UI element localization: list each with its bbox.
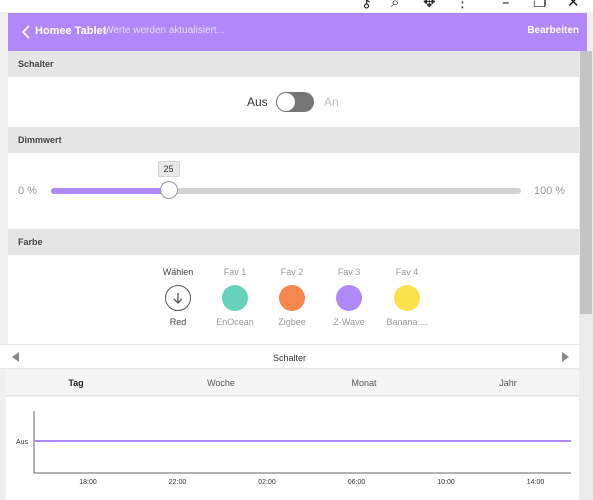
series-point	[445, 440, 447, 442]
scrollbar[interactable]	[579, 51, 593, 500]
y-tick-label: Aus	[16, 439, 29, 446]
series-layer	[34, 440, 571, 442]
history-nav: Schalter	[0, 344, 579, 369]
history-chart: Aus 18:00 22:00 02:00 06:00 10:00 14:00	[6, 397, 579, 500]
color-swatch[interactable]	[394, 285, 420, 311]
slider-max-label: 100 %	[534, 185, 566, 197]
tab-week[interactable]: Woche	[151, 378, 291, 388]
app-title: Homee Tablet	[35, 25, 107, 37]
section-header-dim: Dimmwert	[8, 127, 579, 153]
series-point	[266, 440, 268, 442]
section-header-color: Farbe	[8, 229, 579, 255]
scrollbar-thumb[interactable]	[580, 51, 592, 314]
minimize-icon[interactable]: –	[502, 0, 510, 10]
color-fav-2[interactable]: Fav 2 Zigbee	[262, 266, 322, 327]
color-fav-3[interactable]: Fav 3 Z-Wave	[319, 266, 379, 327]
toggle-off-label: Aus	[247, 95, 268, 109]
choose-color-button[interactable]	[165, 285, 191, 311]
color-section: Wählen Red Fav 1 EnOcean Fav 2 Zigbee Fa…	[8, 255, 579, 344]
tab-day[interactable]: Tag	[6, 378, 146, 388]
dim-section: 0 % 25 100 %	[8, 153, 579, 229]
x-tick-label: 02:00	[258, 479, 276, 486]
history-chart-svg: Aus 18:00 22:00 02:00 06:00 10:00 14:00	[16, 411, 571, 486]
slider-min-label: 0 %	[18, 185, 37, 197]
chevron-left-icon	[21, 25, 30, 39]
x-tick-label: 14:00	[527, 479, 545, 486]
dim-slider-track[interactable]	[51, 188, 521, 194]
y-tick-labels: Aus	[16, 439, 29, 446]
dim-slider-value: 25	[157, 161, 180, 177]
puzzle-icon[interactable]: ✥	[423, 0, 436, 10]
x-tick-label: 18:00	[79, 479, 97, 486]
color-swatch[interactable]	[279, 285, 305, 311]
dim-slider-thumb[interactable]	[159, 181, 178, 199]
switch-section: Aus An	[8, 77, 579, 127]
color-label-bottom: Red	[169, 317, 187, 327]
history-title: Schalter	[272, 353, 307, 363]
color-swatch[interactable]	[222, 285, 248, 311]
os-toolbar: ⚷ ⌕ ✥ ⋮ – ❐ ✕	[0, 0, 593, 12]
dim-slider-fill	[51, 188, 169, 194]
power-toggle[interactable]	[276, 92, 314, 112]
series-point	[534, 440, 537, 442]
color-choose[interactable]: Wählen Red	[148, 266, 208, 327]
app-header: Homee Tablet Werte werden aktualisiert..…	[8, 13, 587, 51]
toggle-on-label: An	[324, 95, 339, 109]
x-tick-label: 06:00	[348, 479, 366, 486]
color-label-top: Fav 2	[280, 267, 304, 277]
color-label-bottom: Zigbee	[278, 317, 306, 327]
triangle-right-icon[interactable]	[561, 352, 569, 362]
menu-dots-icon[interactable]: ⋮	[455, 0, 470, 10]
color-label-bottom: Banana ...	[386, 317, 428, 327]
toggle-knob	[277, 93, 295, 111]
color-label-bottom: Z-Wave	[333, 317, 365, 327]
x-tick-label: 10:00	[437, 479, 455, 486]
edit-button[interactable]: Bearbeiten	[527, 25, 579, 36]
tab-year[interactable]: Jahr	[438, 378, 578, 388]
color-label-bottom: EnOcean	[216, 317, 254, 327]
color-label-top: Wählen	[162, 267, 194, 277]
color-fav-1[interactable]: Fav 1 EnOcean	[205, 266, 265, 327]
key-icon[interactable]: ⚷	[361, 0, 372, 10]
arrow-down-circle-icon	[173, 293, 183, 304]
zoom-icon[interactable]: ⌕	[391, 0, 399, 10]
x-tick-label: 22:00	[169, 479, 187, 486]
restore-icon[interactable]: ❐	[533, 0, 546, 10]
color-fav-4[interactable]: Fav 4 Banana ...	[377, 266, 437, 327]
color-label-top: Fav 1	[223, 267, 247, 277]
back-button[interactable]	[16, 21, 36, 43]
section-header-switch: Schalter	[8, 51, 579, 77]
color-label-top: Fav 4	[395, 267, 419, 277]
series-point	[355, 440, 358, 442]
tab-month[interactable]: Monat	[294, 378, 434, 388]
close-window-icon[interactable]: ✕	[567, 0, 580, 10]
x-tick-labels: 18:00 22:00 02:00 06:00 10:00 14:00	[79, 479, 544, 486]
series-point	[87, 440, 89, 442]
history-tabs: Tag Woche Monat Jahr	[6, 370, 579, 396]
color-label-top: Fav 3	[337, 267, 361, 277]
color-swatch[interactable]	[336, 285, 362, 311]
update-status: Werte werden aktualisiert...	[104, 25, 225, 36]
series-point	[176, 440, 179, 442]
